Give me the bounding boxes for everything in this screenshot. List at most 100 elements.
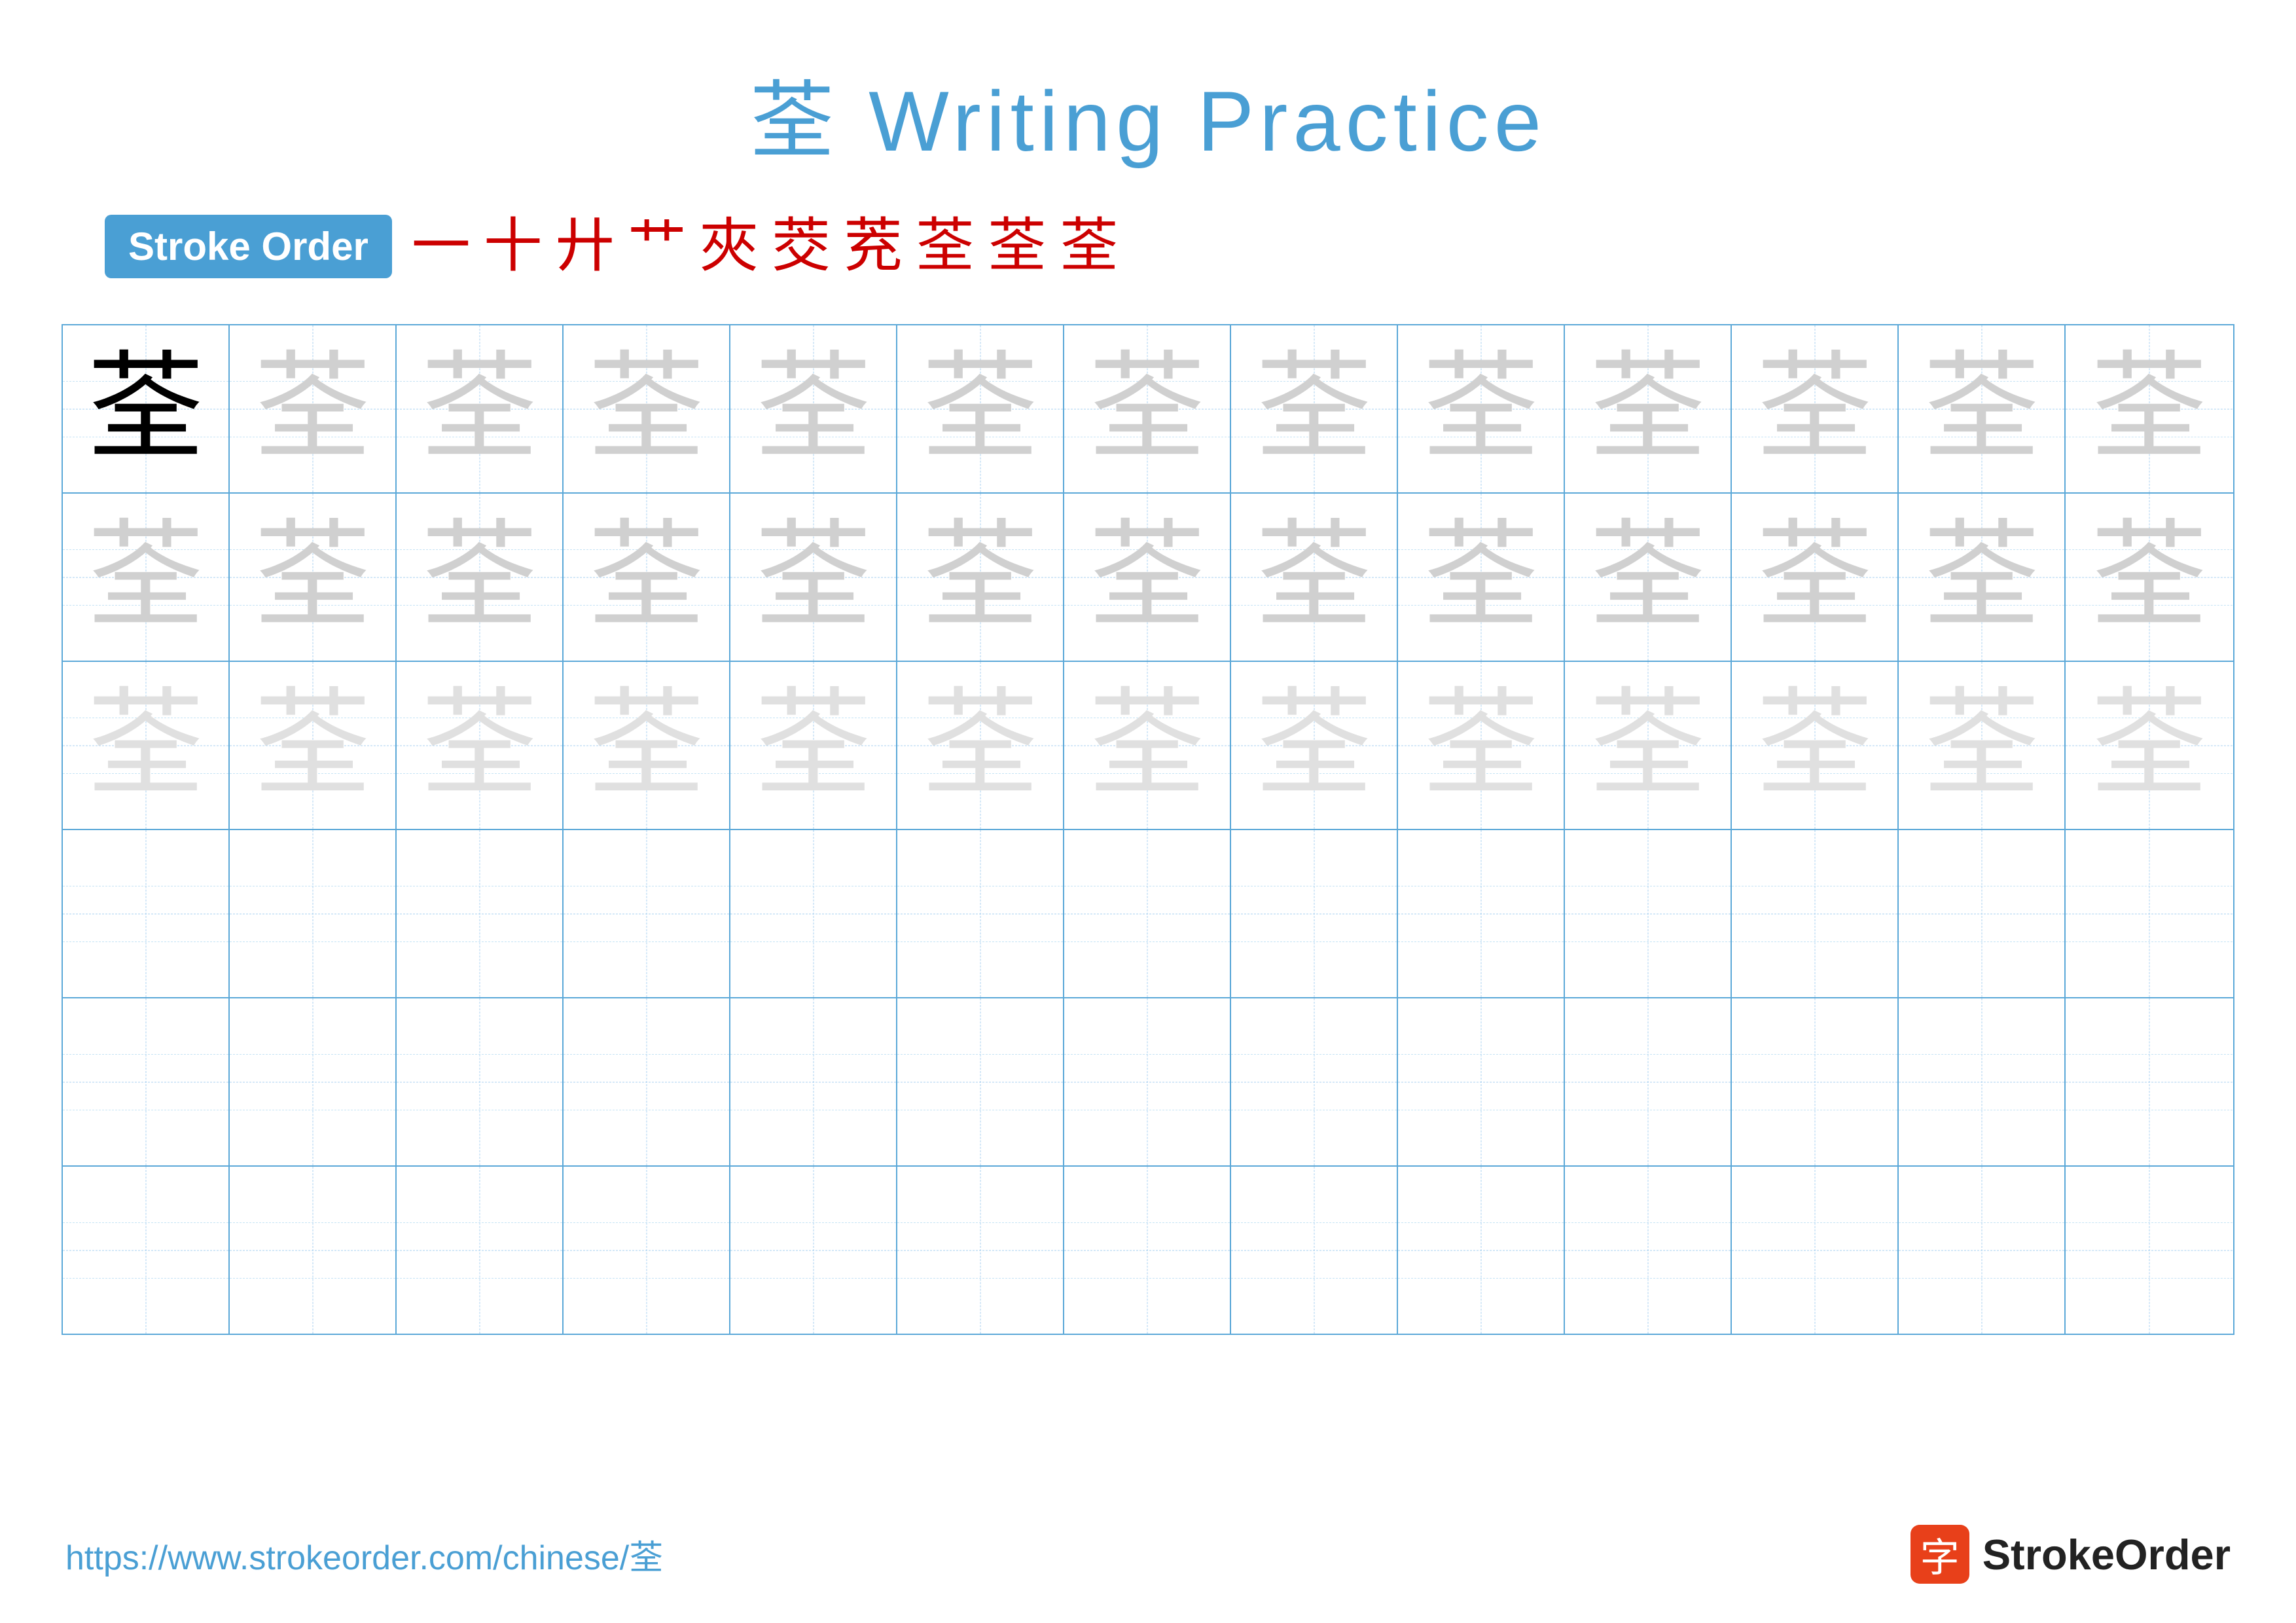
grid-cell[interactable] bbox=[1064, 998, 1231, 1165]
grid-cell[interactable]: 荃 bbox=[1064, 662, 1231, 829]
grid-cell[interactable]: 荃 bbox=[1899, 662, 2066, 829]
grid-cell[interactable] bbox=[897, 1167, 1064, 1334]
cell-lines bbox=[1064, 1167, 1230, 1334]
grid-cell[interactable] bbox=[1899, 1167, 2066, 1334]
grid-cell[interactable] bbox=[63, 998, 230, 1165]
grid-cell[interactable] bbox=[63, 1167, 230, 1334]
char-ghost: 荃 bbox=[754, 519, 872, 636]
grid-cell[interactable]: 荃 bbox=[397, 662, 564, 829]
grid-cell[interactable]: 荃 bbox=[897, 662, 1064, 829]
stroke-2: 十 bbox=[484, 217, 543, 276]
grid-cell[interactable]: 荃 bbox=[1064, 494, 1231, 661]
grid-cell[interactable] bbox=[1231, 830, 1398, 997]
grid-cell[interactable] bbox=[564, 998, 730, 1165]
cell-lines bbox=[730, 830, 896, 997]
grid-cell[interactable] bbox=[2066, 830, 2233, 997]
grid-cell[interactable] bbox=[1899, 830, 2066, 997]
grid-cell[interactable] bbox=[564, 1167, 730, 1334]
grid-cell[interactable]: 荃 bbox=[63, 325, 230, 492]
grid-cell[interactable]: 荃 bbox=[2066, 494, 2233, 661]
grid-cell[interactable]: 荃 bbox=[1565, 325, 1732, 492]
grid-cell[interactable]: 荃 bbox=[2066, 662, 2233, 829]
grid-cell[interactable]: 荃 bbox=[397, 325, 564, 492]
grid-cell[interactable] bbox=[230, 830, 397, 997]
grid-cell[interactable]: 荃 bbox=[2066, 325, 2233, 492]
grid-cell[interactable] bbox=[897, 998, 1064, 1165]
grid-cell[interactable]: 荃 bbox=[230, 494, 397, 661]
grid-cell[interactable] bbox=[1398, 998, 1565, 1165]
grid-cell[interactable]: 荃 bbox=[1565, 494, 1732, 661]
grid-cell[interactable]: 荃 bbox=[1398, 325, 1565, 492]
footer-url[interactable]: https://www.strokeorder.com/chinese/荃 bbox=[65, 1530, 663, 1579]
cell-lines bbox=[1398, 1167, 1564, 1334]
grid-cell[interactable] bbox=[2066, 998, 2233, 1165]
grid-cell[interactable]: 荃 bbox=[63, 494, 230, 661]
grid-cell[interactable]: 荃 bbox=[897, 494, 1064, 661]
grid-cell[interactable]: 荃 bbox=[397, 494, 564, 661]
grid-cell[interactable]: 荃 bbox=[730, 325, 897, 492]
grid-cell[interactable]: 荃 bbox=[564, 662, 730, 829]
grid-cell[interactable] bbox=[897, 830, 1064, 997]
cell-lines bbox=[397, 998, 562, 1165]
grid-cell[interactable] bbox=[2066, 1167, 2233, 1334]
grid-cell[interactable] bbox=[230, 1167, 397, 1334]
grid-cell[interactable] bbox=[397, 830, 564, 997]
char-ghost: 荃 bbox=[420, 687, 538, 805]
grid-cell[interactable]: 荃 bbox=[1231, 325, 1398, 492]
grid-cell[interactable]: 荃 bbox=[1064, 325, 1231, 492]
grid-cell[interactable] bbox=[1565, 1167, 1732, 1334]
grid-cell[interactable] bbox=[730, 830, 897, 997]
grid-cell[interactable] bbox=[564, 830, 730, 997]
grid-cell[interactable]: 荃 bbox=[730, 494, 897, 661]
cell-lines bbox=[564, 998, 729, 1165]
grid-cell[interactable]: 荃 bbox=[63, 662, 230, 829]
grid-cell[interactable]: 荃 bbox=[1732, 494, 1899, 661]
grid-cell[interactable]: 荃 bbox=[230, 325, 397, 492]
char-ghost: 荃 bbox=[1422, 519, 1539, 636]
grid-cell[interactable]: 荃 bbox=[1231, 494, 1398, 661]
grid-cell[interactable]: 荃 bbox=[897, 325, 1064, 492]
grid-cell[interactable] bbox=[730, 1167, 897, 1334]
grid-cell[interactable] bbox=[1565, 998, 1732, 1165]
cell-lines bbox=[730, 1167, 896, 1334]
grid-cell[interactable]: 荃 bbox=[1732, 662, 1899, 829]
grid-cell[interactable]: 荃 bbox=[1398, 494, 1565, 661]
grid-cell[interactable]: 荃 bbox=[564, 494, 730, 661]
grid-cell[interactable]: 荃 bbox=[1899, 325, 2066, 492]
cell-lines bbox=[1064, 998, 1230, 1165]
grid-cell[interactable] bbox=[1732, 830, 1899, 997]
grid-cell[interactable]: 荃 bbox=[1732, 325, 1899, 492]
grid-cell[interactable] bbox=[1732, 998, 1899, 1165]
grid-cell[interactable] bbox=[397, 1167, 564, 1334]
cell-lines bbox=[1565, 1167, 1731, 1334]
grid-cell[interactable] bbox=[1064, 1167, 1231, 1334]
grid-cell[interactable] bbox=[730, 998, 897, 1165]
char-ghost: 荃 bbox=[1588, 687, 1706, 805]
grid-cell[interactable] bbox=[1565, 830, 1732, 997]
grid-cell[interactable]: 荃 bbox=[1231, 662, 1398, 829]
grid-cell[interactable]: 荃 bbox=[1398, 662, 1565, 829]
grid-cell[interactable] bbox=[397, 998, 564, 1165]
practice-grid: 荃 荃 荃 荃 荃 荃 荃 荃 荃 荃 荃 荃 荃 荃 荃 荃 荃 荃 荃 荃 … bbox=[62, 324, 2234, 1335]
char-ghost: 荃 bbox=[1755, 519, 1873, 636]
grid-cell[interactable] bbox=[1231, 1167, 1398, 1334]
grid-cell[interactable] bbox=[1064, 830, 1231, 997]
grid-cell[interactable] bbox=[1899, 998, 2066, 1165]
grid-cell[interactable]: 荃 bbox=[564, 325, 730, 492]
grid-cell[interactable]: 荃 bbox=[230, 662, 397, 829]
grid-cell[interactable]: 荃 bbox=[730, 662, 897, 829]
grid-row-4 bbox=[63, 830, 2233, 998]
grid-cell[interactable]: 荃 bbox=[1565, 662, 1732, 829]
grid-cell[interactable] bbox=[63, 830, 230, 997]
grid-cell[interactable] bbox=[1398, 1167, 1565, 1334]
grid-cell[interactable] bbox=[1231, 998, 1398, 1165]
char-ghost: 荃 bbox=[1588, 519, 1706, 636]
char-ghost: 荃 bbox=[253, 519, 371, 636]
stroke-9: 荃 bbox=[988, 217, 1047, 276]
grid-cell[interactable] bbox=[230, 998, 397, 1165]
char-ghost: 荃 bbox=[921, 687, 1039, 805]
cell-lines bbox=[1899, 830, 2064, 997]
grid-cell[interactable]: 荃 bbox=[1899, 494, 2066, 661]
grid-cell[interactable] bbox=[1732, 1167, 1899, 1334]
grid-cell[interactable] bbox=[1398, 830, 1565, 997]
